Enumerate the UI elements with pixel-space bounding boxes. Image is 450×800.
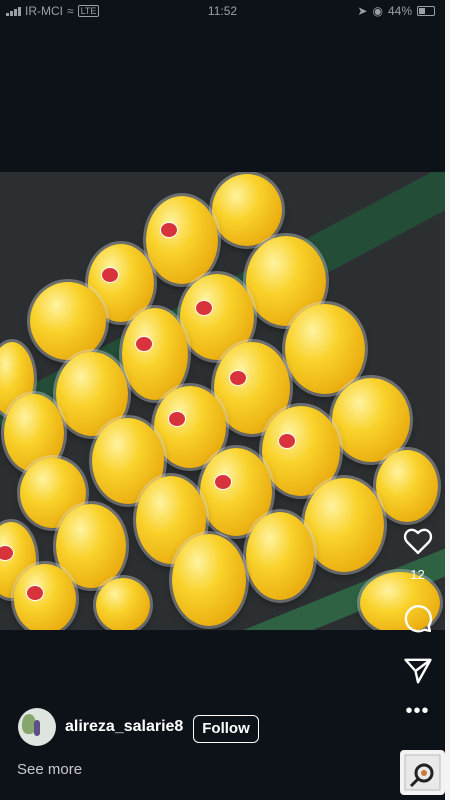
- lemon: [332, 378, 410, 462]
- comment-icon: [404, 605, 432, 633]
- story-screen: IR-MCI ≈ LTE 11:52 ➤ ◉ 44% 12 ••• alirez…: [0, 0, 445, 800]
- like-count[interactable]: 12: [395, 567, 440, 582]
- post-image[interactable]: [0, 172, 445, 630]
- more-options-button[interactable]: •••: [395, 700, 440, 723]
- lemon: [172, 534, 246, 626]
- location-icon: ➤: [357, 4, 368, 18]
- follow-button[interactable]: Follow: [193, 715, 259, 743]
- battery-percent: 44%: [387, 4, 412, 18]
- like-button[interactable]: [395, 527, 440, 560]
- share-button[interactable]: [395, 657, 440, 690]
- comment-button[interactable]: [395, 604, 440, 639]
- status-right: ➤ ◉ 44%: [357, 4, 435, 18]
- see-more-link[interactable]: See more: [17, 761, 82, 778]
- screen-edge: [445, 0, 450, 800]
- alarm-icon: ◉: [372, 4, 383, 18]
- avatar[interactable]: [18, 708, 56, 746]
- lemon: [376, 450, 438, 522]
- lemon: [304, 478, 384, 572]
- lemon: [96, 578, 150, 630]
- username[interactable]: alireza_salarie8: [65, 718, 183, 736]
- lemon: [212, 174, 282, 246]
- battery-icon: [417, 6, 435, 16]
- lemon: [146, 196, 218, 284]
- lemon: [246, 512, 314, 600]
- status-bar: IR-MCI ≈ LTE 11:52 ➤ ◉ 44%: [0, 0, 445, 22]
- lemon: [14, 564, 76, 630]
- more-horizontal-icon: •••: [405, 700, 430, 722]
- heart-icon: [403, 528, 432, 555]
- lemon: [285, 304, 365, 394]
- lemon: [30, 282, 106, 360]
- send-icon: [403, 658, 432, 684]
- floating-widget[interactable]: [400, 750, 445, 795]
- lemon: [122, 308, 188, 400]
- magnifier-icon: [404, 754, 441, 791]
